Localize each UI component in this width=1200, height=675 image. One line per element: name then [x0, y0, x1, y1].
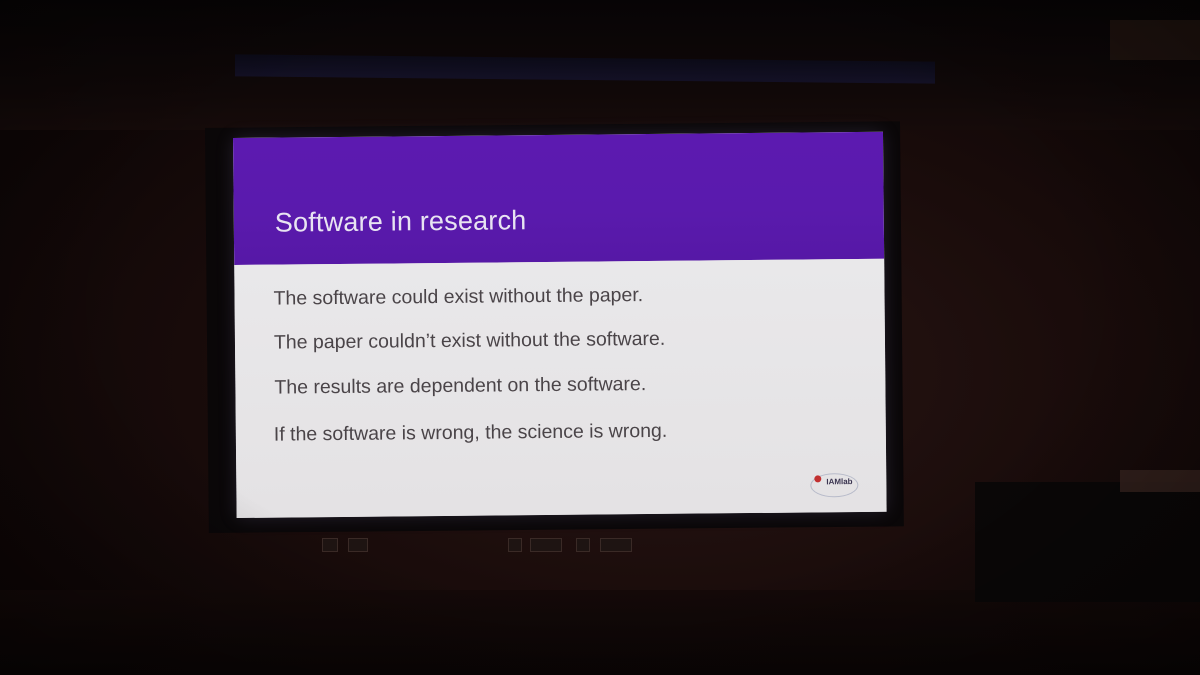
ceiling-panel: [1110, 20, 1200, 60]
lecture-room-photo: Software in research The software could …: [0, 0, 1200, 675]
wall-outlet: [322, 538, 338, 552]
slide-bullet: The software could exist without the pap…: [273, 284, 644, 310]
slide-bullet: The results are dependent on the softwar…: [274, 373, 647, 399]
floor-shadow: [0, 590, 1200, 675]
room-cabinet: [975, 482, 1200, 602]
logo-text: IAMlab: [826, 477, 853, 487]
slide-title: Software in research: [274, 205, 527, 238]
slide-bullet: The paper couldn’t exist without the sof…: [273, 327, 666, 354]
slide-body: The software could exist without the pap…: [234, 258, 887, 518]
wall-outlet: [600, 538, 632, 552]
projected-slide: Software in research The software could …: [233, 131, 887, 518]
slide-header: Software in research: [233, 131, 885, 265]
wall-outlet: [508, 538, 522, 552]
wall-outlet: [348, 538, 368, 552]
logo-dot: [814, 475, 822, 483]
slide-bullet: If the software is wrong, the science is…: [273, 419, 668, 446]
wall-outlet: [576, 538, 590, 552]
wall-outlet: [530, 538, 562, 552]
cabinet-top: [1120, 470, 1200, 492]
slide-logo: IAMlab: [808, 471, 860, 498]
